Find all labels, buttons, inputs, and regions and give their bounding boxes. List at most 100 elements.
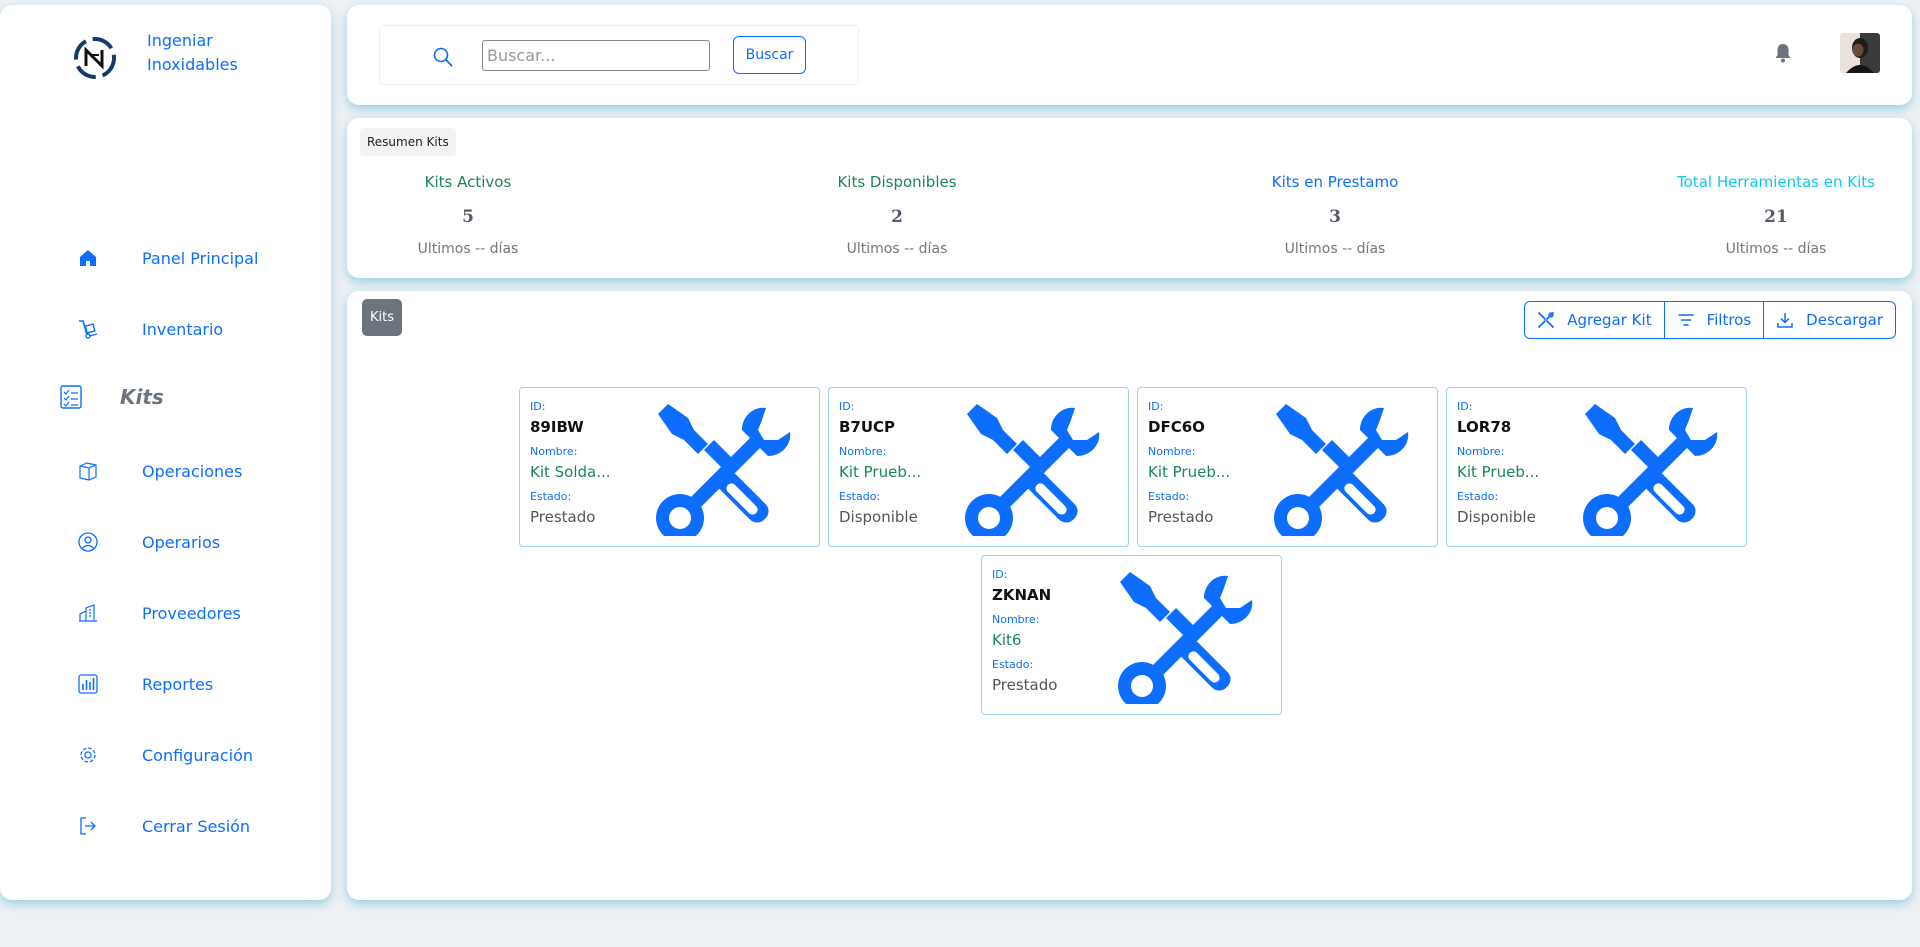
brand[interactable]: Ingeniar Inoxidables (72, 31, 257, 81)
kit-state-label: Estado: (530, 490, 572, 503)
kit-name-label: Nombre: (1457, 445, 1505, 458)
sidebar-item-label: Configuración (142, 745, 254, 765)
kit-state-label: Estado: (1457, 490, 1499, 503)
filter-icon (1677, 314, 1694, 326)
kit-name-label: Nombre: (530, 445, 578, 458)
stat-kits-activos: Kits Activos 5 Ultimos -- días (338, 173, 598, 257)
box-icon (74, 457, 102, 485)
stat-value: 2 (891, 207, 903, 227)
sidebar-item-label: Operaciones (142, 461, 243, 481)
stat-title: Kits Activos (424, 173, 512, 191)
stat-kits-en-prestamo: Kits en Prestamo 3 Ultimos -- días (1205, 173, 1465, 257)
sidebar-item-inventario[interactable]: Inventario (74, 309, 314, 349)
brand-logo-icon (74, 37, 116, 79)
search-icon[interactable] (432, 46, 454, 72)
sidebar-item-kits[interactable]: Kits (57, 377, 297, 417)
summary-tab[interactable]: Resumen Kits (360, 128, 456, 156)
avatar[interactable] (1840, 33, 1880, 73)
stat-title: Kits en Prestamo (1271, 173, 1399, 191)
filters-button[interactable]: Filtros (1663, 301, 1765, 339)
stat-kits-disponibles: Kits Disponibles 2 Ultimos -- días (767, 173, 1027, 257)
gear-icon (74, 741, 102, 769)
kit-name-label: Nombre: (1148, 445, 1196, 458)
home-icon (74, 244, 102, 272)
kit-card[interactable]: ID: 89IBW Nombre: Kit Solda... Estado: Presta… (519, 387, 820, 547)
sidebar-item-label: Proveedores (142, 603, 241, 623)
brand-name: Ingeniar Inoxidables (147, 31, 238, 74)
tools-icon (1116, 568, 1256, 710)
stat-value: 5 (462, 207, 474, 227)
kit-id: LOR78 (1457, 418, 1512, 436)
stat-value: 21 (1764, 207, 1788, 227)
add-kit-button[interactable]: Agregar Kit (1524, 301, 1665, 339)
download-icon (1777, 313, 1793, 328)
sidebar-item-cerrar-sesion[interactable]: Cerrar Sesión (74, 806, 314, 846)
stat-value: 3 (1329, 207, 1341, 227)
building-icon (74, 599, 102, 627)
kit-card[interactable]: ID: B7UCP Nombre: Kit Prueb... Estado: Dispon… (828, 387, 1129, 547)
search-input[interactable] (482, 40, 710, 71)
search-button[interactable]: Buscar (733, 36, 806, 74)
kit-name: Kit6 (992, 631, 1022, 649)
tools-icon (1272, 400, 1412, 542)
sidebar-item-reportes[interactable]: Reportes (74, 664, 314, 704)
kit-state: Disponible (1457, 508, 1536, 526)
kit-state-label: Estado: (839, 490, 881, 503)
kits-actions: Agregar Kit Filtros Descargar (1524, 301, 1896, 339)
kit-card[interactable]: ID: DFC6O Nombre: Kit Prueb... Estado: Presta… (1137, 387, 1438, 547)
stat-subtitle: Ultimos -- días (1284, 241, 1386, 257)
tools-icon (654, 400, 794, 542)
kit-name-label: Nombre: (992, 613, 1040, 626)
tools-icon (963, 400, 1103, 542)
sidebar-item-panel-principal[interactable]: Panel Principal (74, 238, 314, 278)
kits-summary: Resumen Kits Kits Activos 5 Ultimos -- d… (347, 118, 1912, 278)
stat-title: Kits Disponibles (837, 173, 957, 191)
kit-name: Kit Prueb... (1148, 463, 1231, 481)
kit-id: ZKNAN (992, 586, 1052, 604)
kit-card[interactable]: ID: ZKNAN Nombre: Kit6 Estado: Prestado (981, 555, 1282, 715)
kit-id: 89IBW (530, 418, 584, 436)
stat-total-herramientas: Total Herramientas en Kits 21 Ultimos --… (1646, 173, 1906, 257)
header: Buscar (347, 5, 1912, 105)
kit-name: Kit Prueb... (1457, 463, 1540, 481)
user-circle-icon (74, 528, 102, 556)
sidebar-item-label: Reportes (142, 674, 214, 694)
add-kit-label: Agregar Kit (1567, 311, 1652, 329)
download-label: Descargar (1806, 311, 1883, 329)
sidebar-item-operarios[interactable]: Operarios (74, 522, 314, 562)
bell-icon[interactable] (1774, 43, 1792, 67)
dolly-icon (74, 315, 102, 343)
kit-id: DFC6O (1148, 418, 1205, 436)
kit-id-label: ID: (992, 568, 1008, 581)
sidebar-item-label: Inventario (142, 319, 224, 339)
kit-id-label: ID: (530, 400, 546, 413)
kit-id-label: ID: (1148, 400, 1164, 413)
sidebar-item-proveedores[interactable]: Proveedores (74, 593, 314, 633)
sidebar-item-label: Panel Principal (142, 248, 259, 268)
search-bar: Buscar (379, 25, 859, 85)
kit-state: Prestado (530, 508, 596, 526)
sidebar-item-operaciones[interactable]: Operaciones (74, 451, 314, 491)
kit-id: B7UCP (839, 418, 896, 436)
kit-name: Kit Solda... (530, 463, 611, 481)
kit-name-label: Nombre: (839, 445, 887, 458)
sidebar-item-configuracion[interactable]: Configuración (74, 735, 314, 775)
sidebar-item-label: Operarios (142, 532, 221, 552)
sidebar: Ingeniar Inoxidables Panel Principal Inv… (0, 5, 331, 900)
download-button[interactable]: Descargar (1763, 301, 1896, 339)
kits-tag: Kits (362, 299, 403, 336)
logout-icon (74, 812, 102, 840)
stat-subtitle: Ultimos -- días (1725, 241, 1827, 257)
kit-state-label: Estado: (992, 658, 1034, 671)
sidebar-item-label: Cerrar Sesión (142, 816, 251, 836)
kit-state: Prestado (1148, 508, 1214, 526)
kit-id-label: ID: (839, 400, 855, 413)
kit-state-label: Estado: (1148, 490, 1190, 503)
kit-card[interactable]: ID: LOR78 Nombre: Kit Prueb... Estado: Dispon… (1446, 387, 1747, 547)
sidebar-item-label: Kits (120, 385, 164, 409)
kits-panel: Kits Agregar Kit Filtros Descargar ID: 89… (347, 291, 1912, 900)
kit-id-label: ID: (1457, 400, 1473, 413)
bar-chart-icon (74, 670, 102, 698)
kit-state: Prestado (992, 676, 1058, 694)
stat-subtitle: Ultimos -- días (417, 241, 519, 257)
